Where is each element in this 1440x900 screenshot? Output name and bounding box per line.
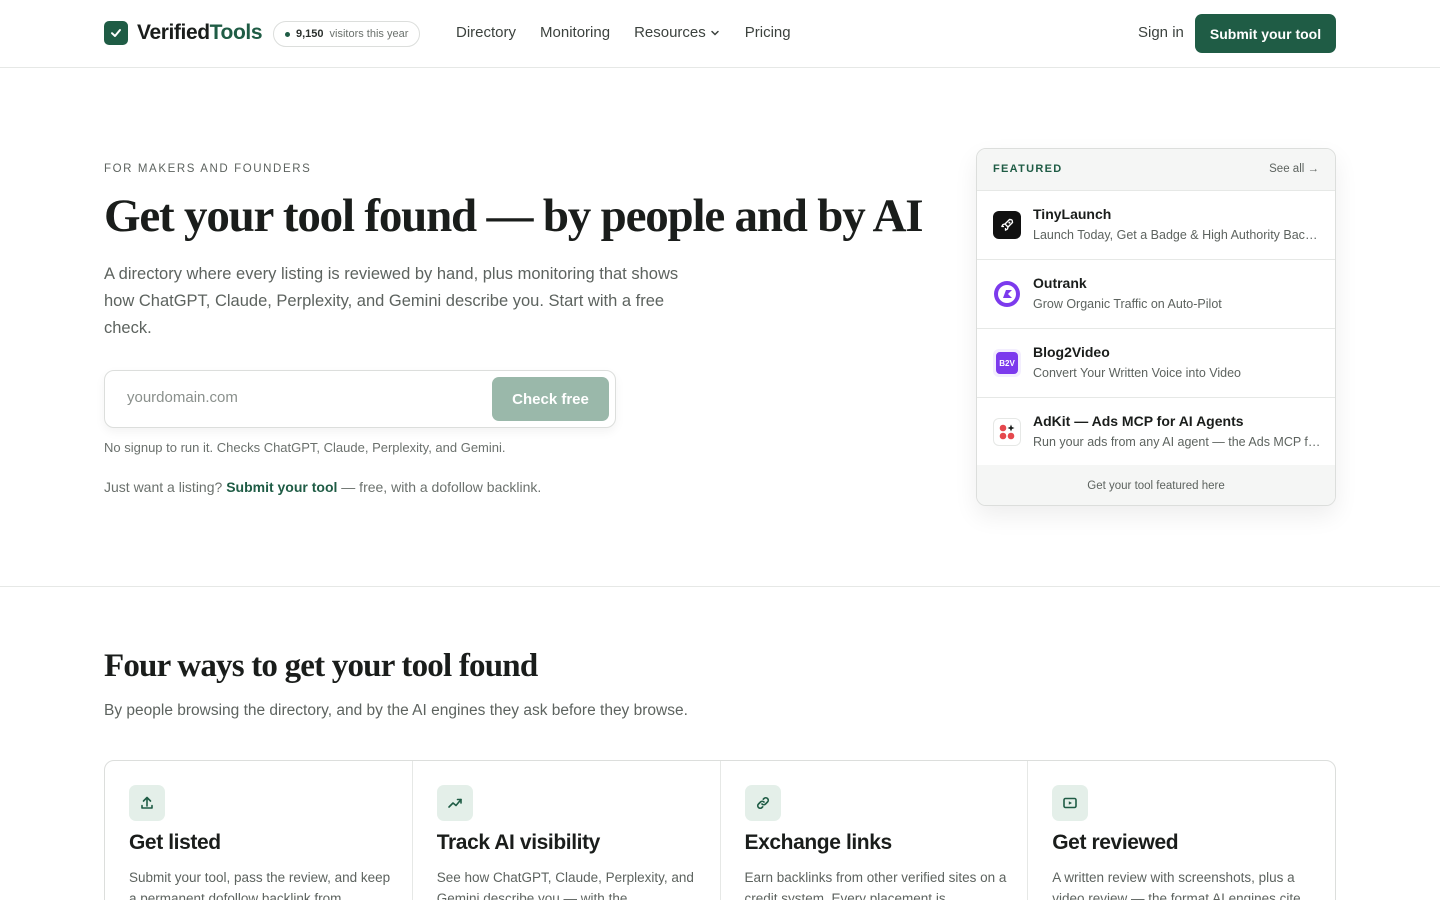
featured-item-name: TinyLaunch bbox=[1033, 206, 1112, 222]
featured-item-blog2video[interactable]: B2V Blog2Video Convert Your Written Voic… bbox=[977, 329, 1335, 398]
way-card-track-ai[interactable]: Track AI visibility See how ChatGPT, Cla… bbox=[413, 761, 721, 900]
outrank-logo-icon bbox=[993, 280, 1021, 308]
link-icon bbox=[744, 785, 781, 821]
submit-tool-link[interactable]: Submit your tool bbox=[226, 479, 337, 495]
featured-item-desc: Launch Today, Get a Badge & High Authori… bbox=[1033, 228, 1323, 242]
way-card-title: Get listed bbox=[129, 831, 221, 854]
ways-grid: Get listed Submit your tool, pass the re… bbox=[104, 760, 1336, 900]
nav-link-monitoring[interactable]: Monitoring bbox=[540, 24, 610, 41]
featured-item-desc: Grow Organic Traffic on Auto-Pilot bbox=[1033, 297, 1222, 311]
way-card-title: Track AI visibility bbox=[436, 831, 601, 854]
section-title: Four ways to get your tool found bbox=[104, 648, 538, 684]
nav-link-resources-label: Resources bbox=[634, 24, 706, 41]
way-card-title: Exchange links bbox=[744, 831, 893, 854]
video-icon bbox=[1052, 785, 1089, 821]
visitor-count: 9,150 bbox=[296, 28, 324, 40]
way-card-exchange-links[interactable]: Exchange links Earn backlinks from other… bbox=[721, 761, 1029, 900]
featured-item-name: Outrank bbox=[1033, 275, 1087, 291]
brand-name-part2: Tools bbox=[209, 21, 263, 44]
get-featured-link[interactable]: Get your tool featured here bbox=[977, 465, 1335, 505]
way-card-get-reviewed[interactable]: Get reviewed A written review with scree… bbox=[1028, 761, 1335, 900]
way-card-desc: Submit your tool, pass the review, and k… bbox=[129, 870, 391, 900]
trending-up-icon bbox=[436, 785, 473, 821]
featured-item-name: AdKit — Ads MCP for AI Agents bbox=[1033, 413, 1244, 429]
way-card-title: Get reviewed bbox=[1052, 831, 1179, 854]
domain-input[interactable] bbox=[127, 389, 477, 406]
adkit-logo-icon bbox=[993, 418, 1021, 446]
way-card-desc: See how ChatGPT, Claude, Perplexity, and… bbox=[436, 870, 694, 900]
top-nav: VerifiedTools 9,150 visitors this year D… bbox=[0, 0, 1440, 68]
check-free-button[interactable]: Check free bbox=[492, 377, 609, 421]
hero-title: Get your tool found — by people and by A… bbox=[104, 190, 924, 242]
listing-note: Just want a listing? Submit your tool — … bbox=[104, 479, 541, 495]
featured-item-tinylaunch[interactable]: TinyLaunch Launch Today, Get a Badge & H… bbox=[977, 191, 1335, 260]
chevron-down-icon bbox=[711, 30, 719, 36]
rocket-icon bbox=[993, 211, 1021, 239]
check-logo-icon bbox=[104, 21, 128, 45]
featured-item-name: Blog2Video bbox=[1033, 344, 1110, 360]
way-card-desc: A written review with screenshots, plus … bbox=[1052, 870, 1301, 900]
b2v-logo-icon: B2V bbox=[993, 349, 1021, 377]
section-subtitle: By people browsing the directory, and by… bbox=[104, 702, 688, 719]
nav-link-resources[interactable]: Resources bbox=[634, 24, 721, 41]
domain-check-form: Check free bbox=[104, 370, 616, 428]
featured-header: FEATURED See all → bbox=[977, 149, 1335, 191]
live-dot-icon bbox=[285, 31, 290, 37]
brand-logo[interactable]: VerifiedTools bbox=[104, 21, 263, 45]
way-card-get-listed[interactable]: Get listed Submit your tool, pass the re… bbox=[105, 761, 413, 900]
brand-name-part1: Verified bbox=[137, 21, 210, 44]
featured-label: FEATURED bbox=[993, 163, 1063, 175]
featured-card: FEATURED See all → TinyLaunch Launch Tod… bbox=[976, 148, 1336, 506]
featured-item-desc: Convert Your Written Voice into Video bbox=[1033, 366, 1242, 380]
visitor-counter-badge: 9,150 visitors this year bbox=[273, 21, 421, 47]
nav-link-pricing[interactable]: Pricing bbox=[745, 24, 791, 41]
way-card-desc: Earn backlinks from other verified sites… bbox=[744, 870, 1007, 900]
b2v-logo-text: B2V bbox=[996, 352, 1018, 374]
hero-subtitle: A directory where every listing is revie… bbox=[104, 265, 679, 337]
featured-item-outrank[interactable]: Outrank Grow Organic Traffic on Auto-Pil… bbox=[977, 260, 1335, 329]
sign-in-link[interactable]: Sign in bbox=[1138, 24, 1184, 41]
visitor-label: visitors this year bbox=[329, 28, 409, 40]
submit-tool-button[interactable]: Submit your tool bbox=[1195, 14, 1336, 53]
featured-item-desc: Run your ads from any AI agent — the Ads… bbox=[1033, 435, 1323, 449]
nav-links: Directory Monitoring Resources Pricing bbox=[456, 24, 815, 41]
section-divider bbox=[0, 586, 1440, 587]
upload-icon bbox=[129, 785, 165, 821]
listing-prefix: Just want a listing? bbox=[104, 479, 223, 495]
listing-suffix: — free, with a dofollow backlink. bbox=[341, 479, 542, 495]
brand-name: VerifiedTools bbox=[137, 21, 263, 45]
see-all-link[interactable]: See all → bbox=[1269, 163, 1319, 175]
hero-eyebrow: FOR MAKERS AND FOUNDERS bbox=[104, 163, 312, 175]
check-note: No signup to run it. Checks ChatGPT, Cla… bbox=[104, 440, 506, 455]
nav-link-directory[interactable]: Directory bbox=[456, 24, 516, 41]
featured-item-adkit[interactable]: AdKit — Ads MCP for AI Agents Run your a… bbox=[977, 398, 1335, 467]
